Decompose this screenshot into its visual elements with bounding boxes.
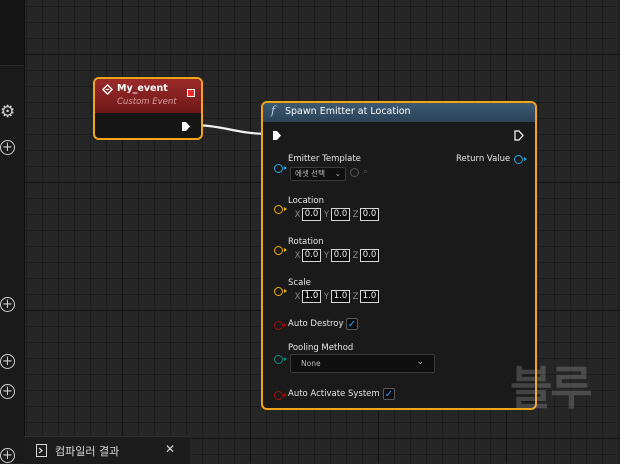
pin-arrow — [284, 289, 287, 293]
rotation-z-field[interactable]: 0.0 — [360, 249, 379, 262]
chevron-down-icon: ⌄ — [416, 357, 424, 367]
pin-arrow — [524, 157, 527, 161]
checkmark-icon: ✓ — [347, 319, 357, 330]
compiler-results-label: 컴파일러 결과 — [55, 445, 120, 458]
rotation-vector-fields: X 0.0 Y 0.0 Z 0.0 — [293, 249, 380, 262]
axis-y-label: Y — [323, 291, 330, 302]
event-node-subtitle: Custom Event — [117, 97, 177, 107]
location-vector-fields: X 0.0 Y 0.0 Z 0.0 — [293, 208, 380, 221]
emitter-template-label: Emitter Template — [288, 154, 361, 164]
scale-vector-fields: X 1.0 Y 1.0 Z 1.0 — [293, 290, 380, 303]
auto-activate-label: Auto Activate System — [288, 389, 380, 399]
axis-x-label: X — [294, 209, 301, 220]
location-z-field[interactable]: 0.0 — [360, 208, 379, 221]
rotation-pin[interactable] — [274, 246, 283, 255]
pooling-method-pin[interactable] — [274, 355, 283, 364]
auto-destroy-pin[interactable] — [274, 321, 283, 330]
axis-y-label: Y — [323, 250, 330, 261]
compiler-log-icon — [36, 444, 47, 457]
scale-label: Scale — [288, 278, 311, 288]
pooling-method-value: None — [301, 359, 321, 368]
axis-x-label: X — [294, 291, 301, 302]
spawn-emitter-node[interactable]: f Spawn Emitter at Location Emitter Temp… — [261, 101, 537, 410]
exec-output-pin[interactable] — [514, 130, 524, 141]
event-node-title: My_event — [117, 83, 168, 94]
pin-arrow — [284, 393, 287, 397]
pin-arrow — [284, 207, 287, 211]
checkmark-icon: ✓ — [384, 389, 394, 400]
search-icon[interactable]: ⌕ — [363, 167, 368, 177]
location-x-field[interactable]: 0.0 — [302, 208, 321, 221]
return-value-pin[interactable] — [514, 155, 523, 164]
watermark-text: 블루 — [510, 361, 593, 415]
auto-activate-checkbox[interactable]: ✓ — [383, 388, 395, 400]
function-icon: f — [271, 104, 276, 117]
asset-select-dropdown[interactable]: 에셋 선택 ⌄ — [290, 167, 346, 181]
location-pin[interactable] — [274, 205, 283, 214]
axis-x-label: X — [294, 250, 301, 261]
blueprint-graph-canvas[interactable]: ⚙ + + + + + My_event Custom Event f Spaw… — [0, 0, 620, 463]
pooling-method-label: Pooling Method — [288, 343, 354, 353]
delegate-pin[interactable] — [187, 89, 195, 97]
exec-output-pin[interactable] — [181, 121, 191, 132]
asset-select-text: 에셋 선택 — [295, 169, 325, 178]
pin-arrow — [284, 166, 287, 170]
chevron-down-icon: ⌄ — [334, 169, 341, 178]
event-diamond-icon — [102, 84, 113, 95]
return-value-label: Return Value — [456, 154, 511, 164]
auto-activate-pin[interactable] — [274, 391, 283, 400]
event-node-header[interactable]: My_event Custom Event — [95, 79, 201, 113]
scale-z-field[interactable]: 1.0 — [360, 290, 379, 303]
scale-pin[interactable] — [274, 287, 283, 296]
custom-event-node[interactable]: My_event Custom Event — [93, 77, 203, 140]
browse-asset-icon[interactable] — [350, 168, 359, 177]
axis-y-label: Y — [323, 209, 330, 220]
spawn-node-title: Spawn Emitter at Location — [285, 106, 411, 117]
pooling-method-dropdown[interactable]: None ⌄ — [290, 354, 435, 373]
rotation-x-field[interactable]: 0.0 — [302, 249, 321, 262]
pin-arrow — [284, 323, 287, 327]
axis-z-label: Z — [352, 209, 359, 220]
axis-z-label: Z — [352, 250, 359, 261]
compiler-results-tab[interactable]: 컴파일러 결과 ✕ — [24, 436, 190, 464]
rotation-y-field[interactable]: 0.0 — [331, 249, 350, 262]
auto-destroy-label: Auto Destroy — [288, 319, 344, 329]
exec-input-pin[interactable] — [272, 130, 282, 141]
scale-y-field[interactable]: 1.0 — [331, 290, 350, 303]
spawn-node-header[interactable]: f Spawn Emitter at Location — [263, 103, 535, 122]
auto-destroy-checkbox[interactable]: ✓ — [346, 318, 358, 330]
pin-arrow — [284, 248, 287, 252]
scale-x-field[interactable]: 1.0 — [302, 290, 321, 303]
location-label: Location — [288, 196, 324, 206]
axis-z-label: Z — [352, 291, 359, 302]
location-y-field[interactable]: 0.0 — [331, 208, 350, 221]
rotation-label: Rotation — [288, 237, 324, 247]
pin-arrow — [284, 357, 287, 361]
close-icon[interactable]: ✕ — [165, 442, 175, 456]
emitter-template-pin[interactable] — [274, 164, 283, 173]
